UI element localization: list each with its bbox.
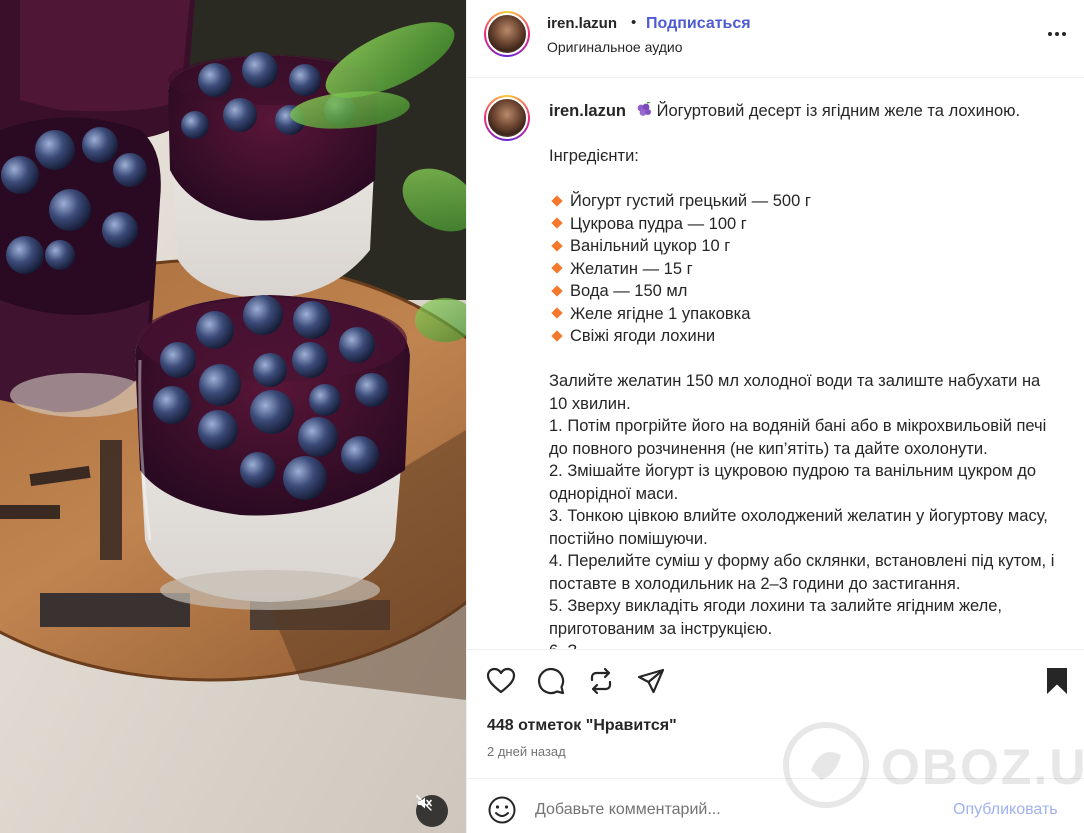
- bookmark-icon: [1047, 668, 1067, 694]
- grapes-icon: [637, 102, 651, 116]
- author-avatar[interactable]: [484, 11, 530, 57]
- comment-button[interactable]: [535, 665, 567, 697]
- emoji-icon: [488, 796, 516, 824]
- post-header: iren.lazun • Подписаться Оригинальное ау…: [467, 0, 1084, 78]
- share-button[interactable]: [635, 665, 667, 697]
- comment-icon: [537, 667, 565, 695]
- comment-input[interactable]: [535, 798, 935, 822]
- dessert-photo: [0, 0, 466, 833]
- ingredient-item: Желе ягідне 1 упаковка: [549, 303, 1059, 326]
- ingredient-item: Цукрова пудра — 100 г: [549, 213, 1059, 236]
- author-username[interactable]: iren.lazun: [547, 15, 617, 32]
- ingredients-heading: Інгредієнти:: [549, 147, 639, 165]
- post-media[interactable]: [0, 0, 466, 833]
- save-button[interactable]: [1041, 665, 1073, 697]
- caption-text: iren.lazun Йогуртовий десерт із ягідним …: [549, 100, 1059, 649]
- ingredient-item: Йогурт густий грецький — 500 г: [549, 190, 1059, 213]
- orange-diamond-icon: [551, 217, 563, 229]
- more-horizontal-icon: [1048, 32, 1052, 36]
- orange-diamond-icon: [551, 329, 563, 342]
- recipe-step: 1. Потім прогрійте його на водяній бані …: [549, 417, 1047, 458]
- more-options-button[interactable]: [1045, 26, 1069, 42]
- share-icon: [637, 668, 665, 694]
- audio-link[interactable]: Оригинальное аудио: [547, 39, 683, 55]
- like-button[interactable]: [485, 665, 517, 697]
- orange-diamond-icon: [551, 262, 563, 274]
- publish-button[interactable]: Опубликовать: [953, 801, 1058, 819]
- ingredient-item: Ванільний цукор 10 г: [549, 235, 1059, 258]
- likes-count[interactable]: 448 отметок "Нравится": [487, 717, 677, 735]
- emoji-button[interactable]: [487, 795, 517, 825]
- recipe-step: Залийте желатин 150 мл холодної води та …: [549, 372, 1041, 413]
- recipe-step: 5. Зверху викладіть ягоди лохини та зали…: [549, 597, 1003, 638]
- ingredient-item: Вода — 150 мл: [549, 280, 1059, 303]
- ingredient-item: Желатин — 15 г: [549, 258, 1059, 281]
- recipe-step: 4. Перелийте суміш у форму або склянки, …: [549, 552, 1055, 593]
- post-timestamp[interactable]: 2 дней назад: [487, 744, 566, 759]
- caption-username[interactable]: iren.lazun: [549, 102, 626, 120]
- orange-diamond-icon: [551, 194, 563, 207]
- speaker-muted-icon: [416, 795, 432, 811]
- orange-diamond-icon: [551, 284, 563, 297]
- heart-icon: [486, 667, 516, 694]
- recipe-step: 3. Тонкою цівкою влийте охолоджений жела…: [549, 507, 1048, 548]
- repost-button[interactable]: [585, 665, 617, 697]
- recipe-step: 2. Змішайте йогурт із цукровою пудрою та…: [549, 462, 1037, 503]
- mute-button[interactable]: [416, 795, 448, 827]
- follow-button[interactable]: Подписаться: [646, 15, 751, 33]
- caption-area[interactable]: iren.lazun Йогуртовий десерт із ягідним …: [467, 79, 1084, 649]
- ingredient-item: Свіжі ягоди лохини: [549, 325, 1059, 348]
- orange-diamond-icon: [551, 239, 563, 252]
- caption-title: Йогуртовий десерт із ягідним желе та лох…: [656, 102, 1021, 120]
- recipe-step: 6. З: [549, 640, 1059, 649]
- post-side-panel: iren.lazun • Подписаться Оригинальное ау…: [466, 0, 1084, 833]
- comment-bar: Опубликовать: [467, 778, 1084, 833]
- orange-diamond-icon: [551, 307, 563, 319]
- action-bar: [467, 649, 1084, 713]
- separator-dot: •: [631, 14, 637, 31]
- caption-avatar[interactable]: [484, 95, 530, 141]
- repost-icon: [590, 667, 612, 695]
